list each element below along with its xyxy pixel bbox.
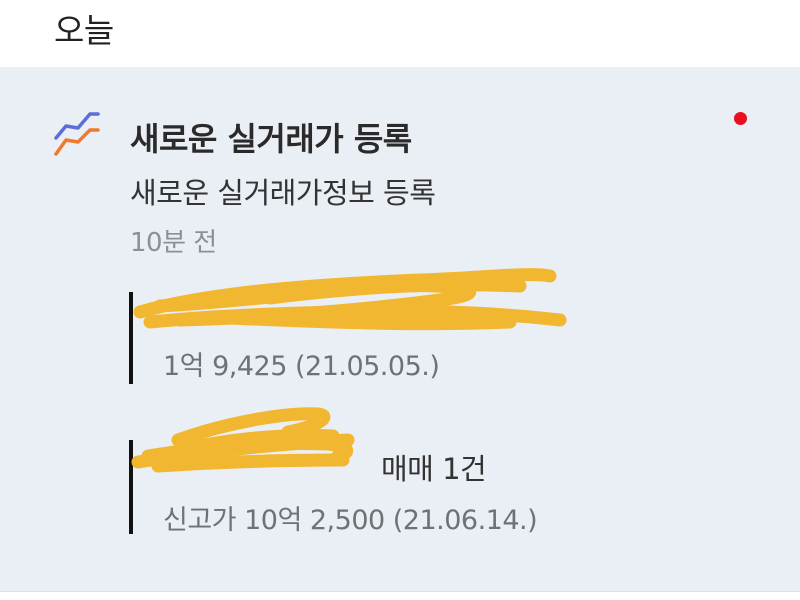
trend-chart-icon [54, 112, 100, 156]
entry-name: 매매 1건 [381, 452, 487, 486]
transaction-entry[interactable]: 1억 9,425 (21.05.05.) [129, 292, 729, 386]
bottom-divider [0, 591, 800, 600]
notification-title: 새로운 실거래가 등록 [130, 120, 412, 158]
entry-bar [129, 292, 133, 384]
notification-body: 새로운 실거래가정보 등록 [130, 176, 436, 210]
section-title: 오늘 [54, 11, 114, 50]
section-header: 오늘 [0, 0, 800, 67]
entry-bar [129, 440, 133, 534]
entry-detail: 신고가 10억 2,500 (21.06.14.) [163, 505, 538, 536]
entry-detail: 1억 9,425 (21.05.05.) [163, 351, 440, 382]
transaction-entry[interactable]: 매매 1건 신고가 10억 2,500 (21.06.14.) [129, 440, 729, 536]
notification-time: 10분 전 [130, 228, 217, 258]
unread-dot [734, 112, 747, 125]
